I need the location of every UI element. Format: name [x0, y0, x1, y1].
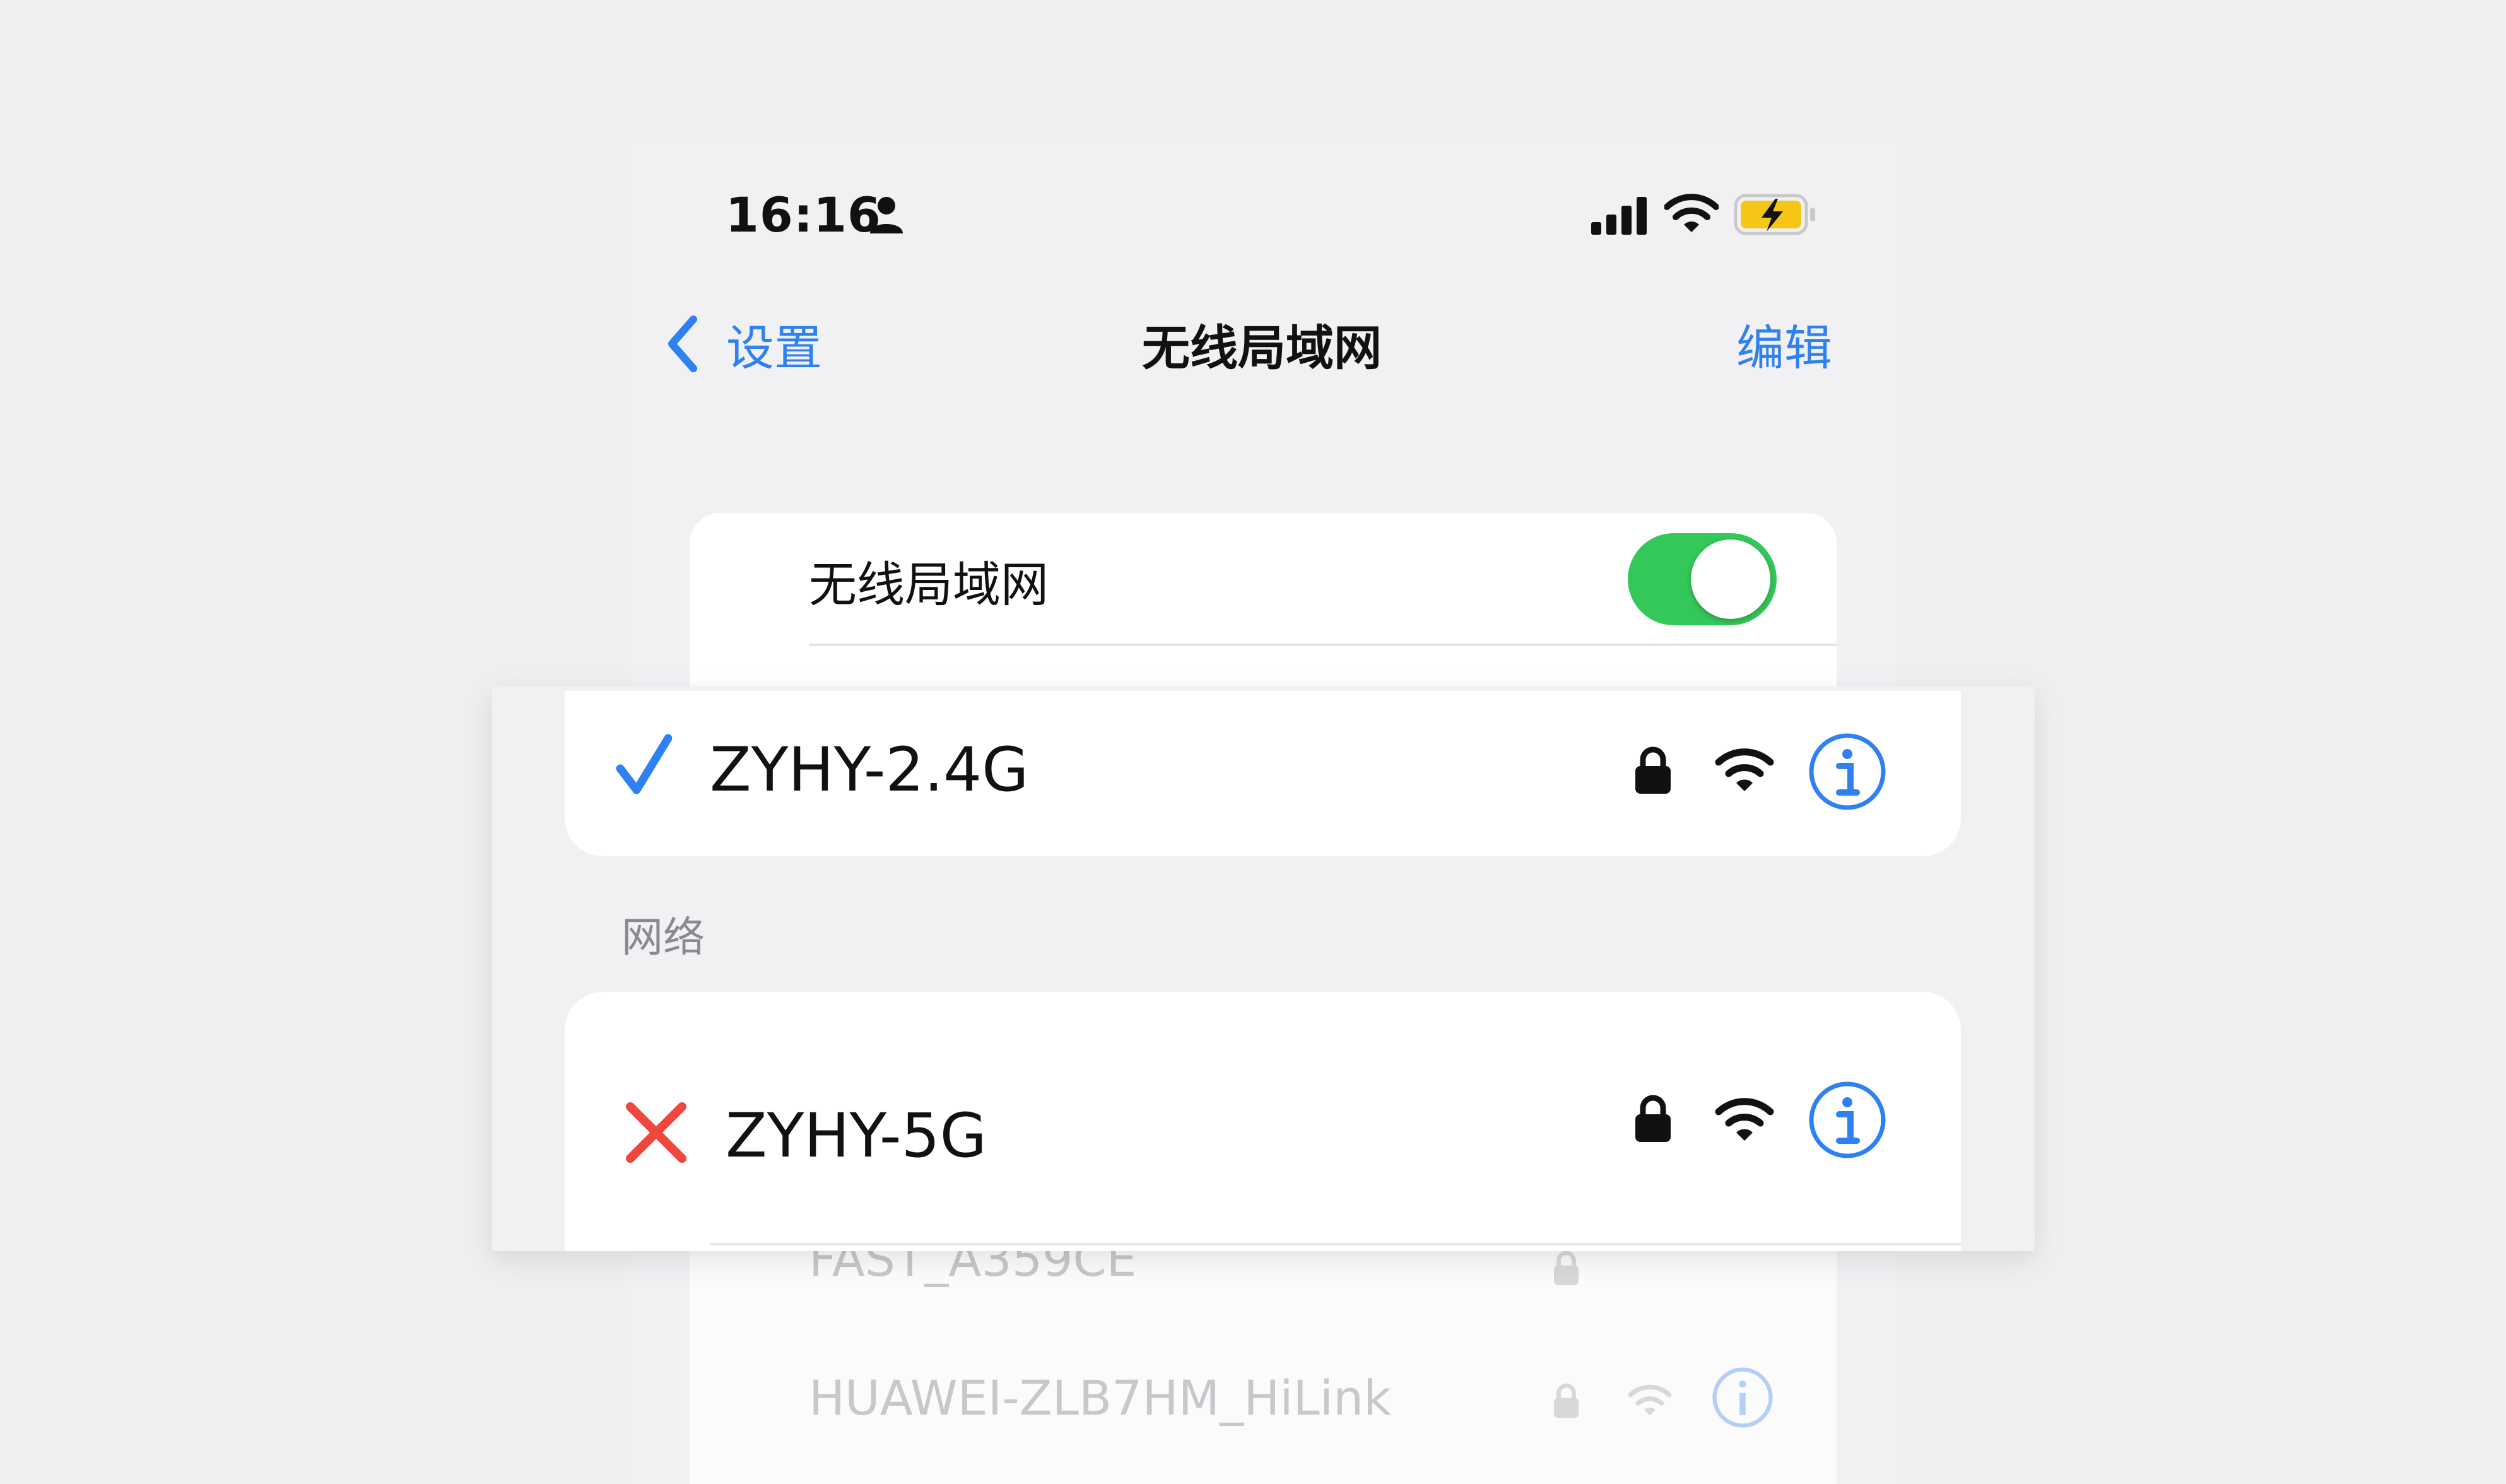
status-time: 16:16: [726, 186, 881, 243]
divider: [710, 1243, 1961, 1246]
network-ssid: HUAWEI-ZLB7HM_HiLink: [809, 1369, 1392, 1426]
back-label: 设置: [726, 320, 822, 376]
wifi-icon: [1628, 1381, 1672, 1418]
wifi-icon: [1715, 1093, 1774, 1143]
wlan-toggle-label: 无线局域网: [809, 556, 1049, 613]
checkmark-icon: [615, 732, 672, 801]
lock-icon: [1634, 745, 1672, 795]
divider: [809, 644, 1837, 646]
wifi-icon: [1664, 191, 1719, 235]
person-icon: [868, 194, 905, 235]
lock-icon: [1552, 1382, 1590, 1420]
wlan-toggle-switch[interactable]: [1628, 533, 1777, 625]
lock-icon: [1634, 1093, 1672, 1143]
info-icon[interactable]: [1808, 732, 1887, 811]
battery-charging-icon: [1734, 192, 1817, 237]
section-header: 网络: [621, 913, 705, 962]
wifi-icon: [1715, 743, 1774, 794]
network-ssid[interactable]: ZYHY-5G: [726, 1092, 987, 1180]
info-icon[interactable]: [1808, 1080, 1887, 1160]
cellular-signal-icon: [1590, 197, 1648, 235]
chevron-left-icon: [668, 315, 697, 372]
info-icon[interactable]: [1711, 1366, 1774, 1429]
x-mark-icon: [621, 1098, 691, 1167]
lock-icon: [1552, 1249, 1590, 1287]
back-button[interactable]: 设置: [666, 309, 822, 379]
edit-button[interactable]: 编辑: [1736, 309, 1832, 379]
connected-network-ssid: ZYHY-2.4G: [710, 734, 1029, 805]
page-title: 无线局域网: [1142, 320, 1382, 376]
network-row-huawei[interactable]: HUAWEI-ZLB7HM_HiLink: [809, 1357, 1391, 1439]
toggle-knob: [1691, 539, 1770, 619]
